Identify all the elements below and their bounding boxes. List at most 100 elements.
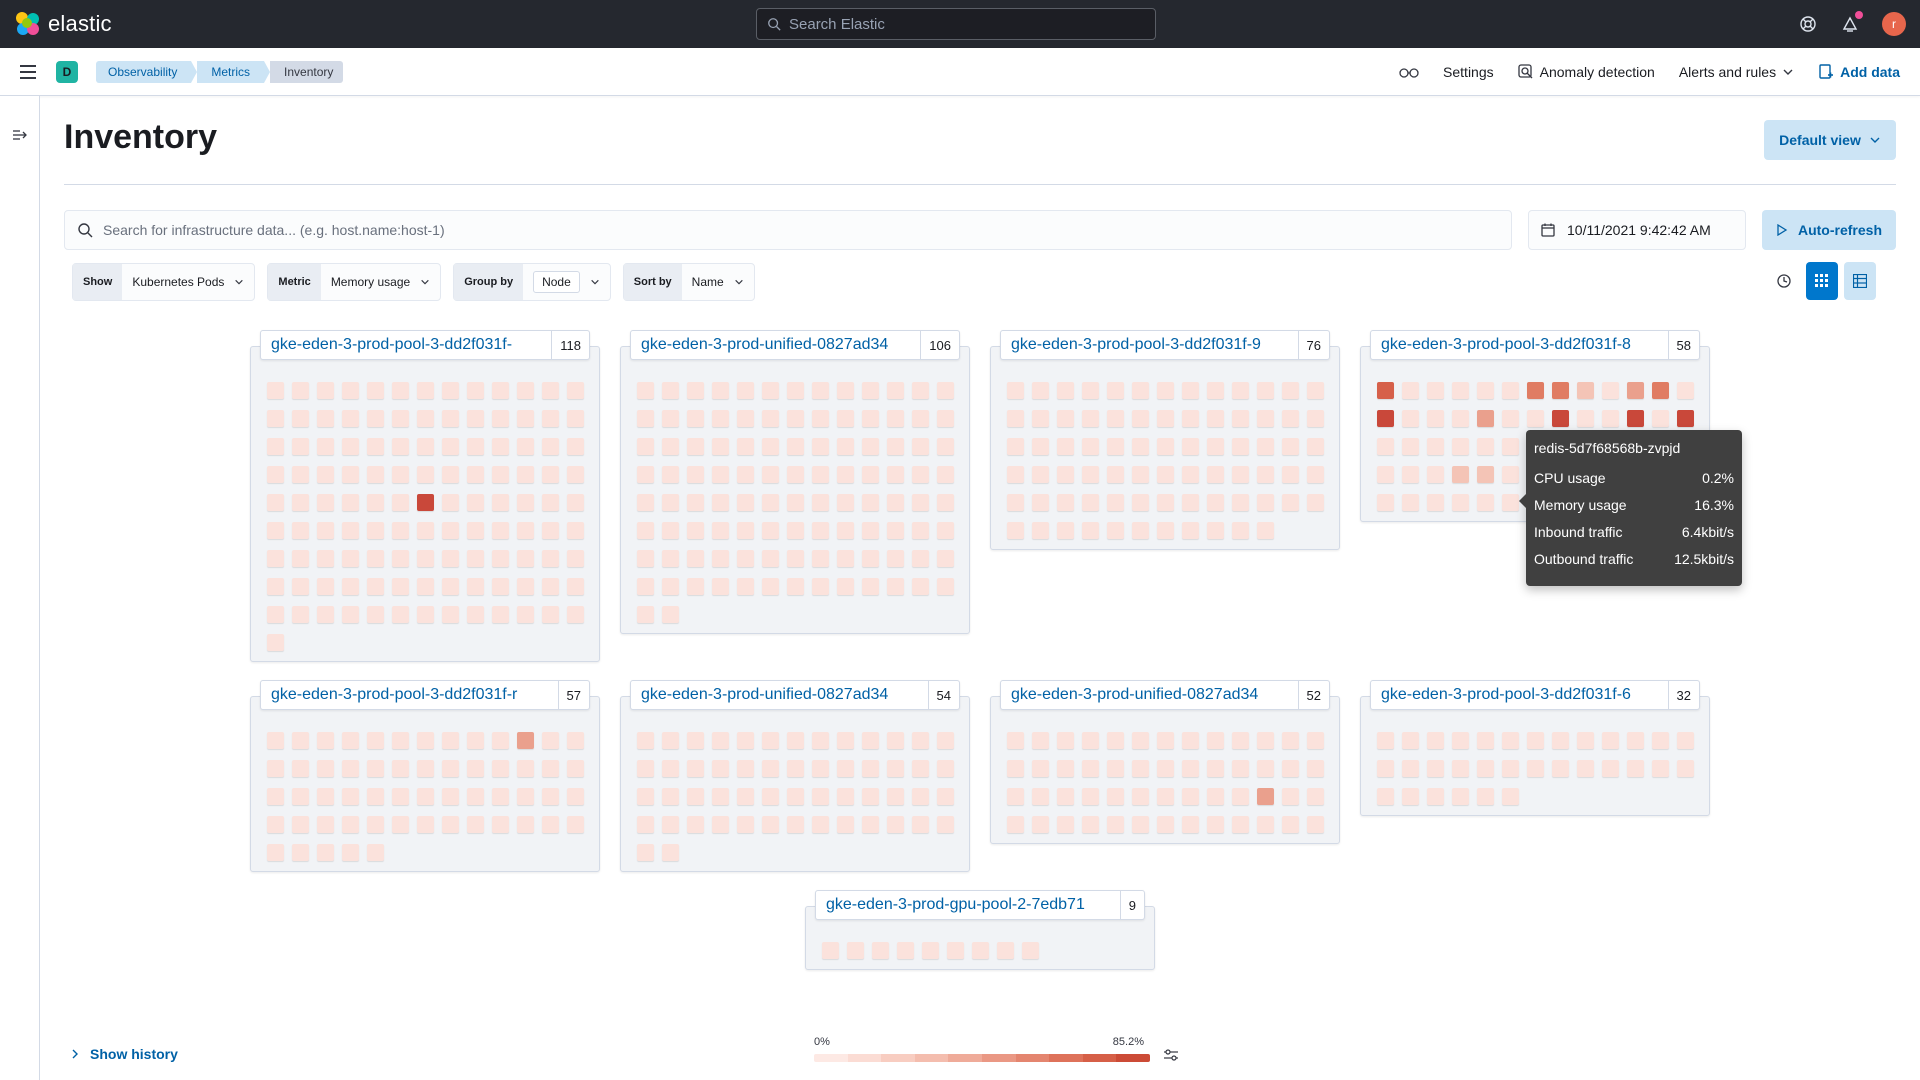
pod-square[interactable] [1056, 788, 1074, 805]
pod-square[interactable] [266, 760, 284, 777]
pod-square[interactable] [636, 732, 654, 749]
pod-square[interactable] [441, 578, 459, 595]
pod-square[interactable] [366, 466, 384, 483]
pod-square[interactable] [736, 760, 754, 777]
pod-square[interactable] [1476, 494, 1494, 511]
node-name[interactable]: gke-eden-3-prod-gpu-pool-2-7edb71 [816, 896, 1120, 914]
pod-square[interactable] [491, 438, 509, 455]
pod-square[interactable] [811, 466, 829, 483]
pod-square[interactable] [786, 382, 804, 399]
breadcrumb-observability[interactable]: Observability [96, 60, 192, 83]
pod-square[interactable] [821, 942, 839, 959]
pod-square[interactable] [886, 466, 904, 483]
pod-square[interactable] [636, 844, 654, 861]
pod-square[interactable] [516, 494, 534, 511]
pod-square[interactable] [1376, 466, 1394, 483]
pod-square[interactable] [886, 760, 904, 777]
global-search-input[interactable] [789, 15, 1129, 33]
pod-square[interactable] [1006, 816, 1024, 833]
pod-square[interactable] [836, 522, 854, 539]
pod-square[interactable] [736, 732, 754, 749]
pod-square[interactable] [1476, 382, 1494, 399]
pod-square[interactable] [661, 466, 679, 483]
pod-square[interactable] [1056, 816, 1074, 833]
pod-square[interactable] [786, 410, 804, 427]
pod-square[interactable] [266, 634, 284, 651]
expand-nav-icon[interactable] [12, 128, 28, 142]
pod-square[interactable] [636, 522, 654, 539]
pod-square[interactable] [266, 494, 284, 511]
pod-square[interactable] [811, 578, 829, 595]
elastic-logo[interactable]: elastic [16, 11, 112, 37]
pod-square[interactable] [366, 494, 384, 511]
pod-square[interactable] [686, 578, 704, 595]
pod-square[interactable] [416, 410, 434, 427]
pod-square[interactable] [1106, 438, 1124, 455]
pod-square[interactable] [1451, 788, 1469, 805]
pod-square[interactable] [416, 788, 434, 805]
pod-square[interactable] [636, 466, 654, 483]
pod-square[interactable] [1526, 382, 1544, 399]
pod-square[interactable] [711, 382, 729, 399]
pod-square[interactable] [1426, 438, 1444, 455]
pod-square[interactable] [516, 382, 534, 399]
pod-square[interactable] [886, 550, 904, 567]
pod-square[interactable] [786, 438, 804, 455]
pod-square[interactable] [291, 578, 309, 595]
pod-square[interactable] [1106, 410, 1124, 427]
pod-square[interactable] [1376, 732, 1394, 749]
pod-square[interactable] [1306, 816, 1324, 833]
pod-square[interactable] [1476, 438, 1494, 455]
pod-square[interactable] [266, 606, 284, 623]
pod-square[interactable] [266, 578, 284, 595]
pod-square[interactable] [1231, 788, 1249, 805]
pod-square[interactable] [266, 382, 284, 399]
pod-square[interactable] [936, 732, 954, 749]
pod-square[interactable] [541, 550, 559, 567]
pod-square[interactable] [1156, 522, 1174, 539]
pod-square[interactable] [516, 578, 534, 595]
pod-square[interactable] [1651, 760, 1669, 777]
pod-square[interactable] [391, 522, 409, 539]
pod-square[interactable] [266, 732, 284, 749]
pod-square[interactable] [1376, 494, 1394, 511]
metric-selector[interactable]: Metric Memory usage [267, 263, 442, 301]
pod-square[interactable] [836, 550, 854, 567]
sort-by-selector[interactable]: Sort by Name [622, 263, 755, 301]
pod-square[interactable] [466, 606, 484, 623]
pod-square[interactable] [911, 816, 929, 833]
pod-square[interactable] [786, 578, 804, 595]
pod-square[interactable] [491, 732, 509, 749]
pod-square[interactable] [936, 494, 954, 511]
node-name[interactable]: gke-eden-3-prod-pool-3-dd2f031f-r [261, 686, 558, 704]
pod-square[interactable] [1181, 494, 1199, 511]
pod-square[interactable] [391, 606, 409, 623]
pod-square[interactable] [541, 606, 559, 623]
pod-square[interactable] [266, 550, 284, 567]
pod-square[interactable] [516, 606, 534, 623]
table-view-button[interactable] [1844, 262, 1876, 300]
pod-square[interactable] [416, 466, 434, 483]
pod-square[interactable] [566, 522, 584, 539]
pod-square[interactable] [466, 732, 484, 749]
pod-square[interactable] [736, 550, 754, 567]
pod-square[interactable] [491, 466, 509, 483]
pod-square[interactable] [1306, 438, 1324, 455]
pod-square[interactable] [266, 522, 284, 539]
pod-square[interactable] [1626, 410, 1644, 427]
pod-square[interactable] [316, 732, 334, 749]
pod-square[interactable] [861, 578, 879, 595]
pod-square[interactable] [1131, 788, 1149, 805]
pod-square[interactable] [1006, 732, 1024, 749]
pod-square[interactable] [1281, 410, 1299, 427]
pod-square[interactable] [786, 522, 804, 539]
pod-square[interactable] [1106, 816, 1124, 833]
pod-square[interactable] [1081, 522, 1099, 539]
pod-square[interactable] [1281, 494, 1299, 511]
pod-square[interactable] [1601, 410, 1619, 427]
pod-square[interactable] [1181, 788, 1199, 805]
pod-square[interactable] [366, 732, 384, 749]
node-header[interactable]: gke-eden-3-prod-gpu-pool-2-7edb71 9 [815, 890, 1145, 920]
anomaly-detection-link[interactable]: Anomaly detection [1517, 64, 1655, 80]
node-name[interactable]: gke-eden-3-prod-pool-3-dd2f031f- [261, 336, 551, 354]
